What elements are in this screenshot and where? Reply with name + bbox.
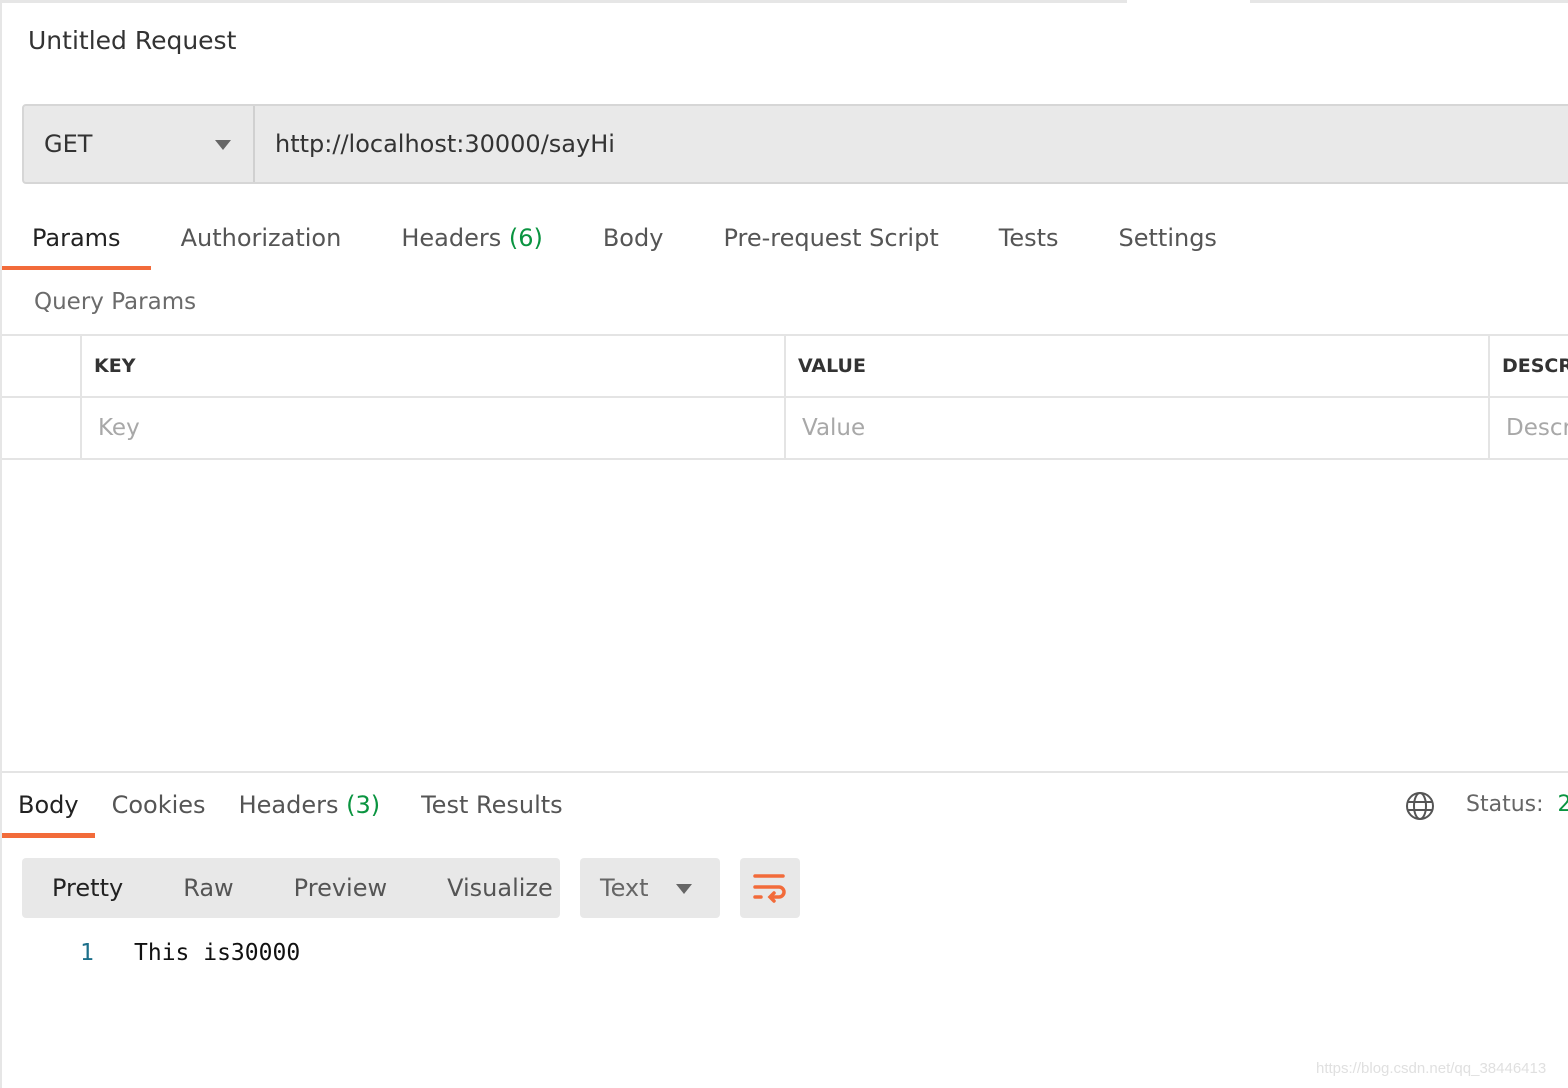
key-input[interactable]: Key — [82, 398, 786, 458]
url-input[interactable]: http://localhost:30000/sayHi — [255, 106, 615, 182]
tab-label: Cookies — [111, 791, 206, 819]
table-header: KEY VALUE DESCRI — [2, 336, 1568, 398]
mode-pretty[interactable]: Pretty — [22, 874, 153, 902]
tab-body[interactable]: Body — [573, 216, 694, 270]
row-checkbox-cell — [2, 398, 82, 458]
status-code: 20 — [1557, 792, 1568, 817]
response-tabs: Body Cookies Headers (3) Test Results — [2, 782, 580, 838]
request-tabs: Params Authorization Headers (6) Body Pr… — [2, 216, 1247, 270]
format-value: Text — [600, 874, 649, 902]
mode-raw[interactable]: Raw — [153, 874, 263, 902]
tab-label: Headers — [238, 791, 339, 819]
tab-label: Body — [18, 791, 79, 819]
status-label: Status: — [1466, 792, 1544, 817]
active-tab-gap — [1127, 0, 1250, 3]
response-status: Status: 20 — [1466, 792, 1568, 817]
count-badge: (6) — [508, 224, 543, 252]
params-table: KEY VALUE DESCRI Key Value Descr — [2, 334, 1568, 460]
query-params-title: Query Params — [34, 289, 197, 315]
header-key: KEY — [82, 336, 786, 396]
tab-response-headers[interactable]: Headers (3) — [223, 782, 397, 838]
method-select[interactable]: GET — [24, 106, 255, 182]
globe-icon[interactable] — [1405, 791, 1435, 825]
line-number: 1 — [80, 940, 94, 966]
tab-label: Settings — [1118, 224, 1217, 252]
tab-settings[interactable]: Settings — [1089, 216, 1247, 270]
tab-test-results[interactable]: Test Results — [405, 782, 579, 838]
tab-params[interactable]: Params — [2, 216, 151, 270]
tab-label: Authorization — [180, 224, 342, 252]
tab-label: Pre-request Script — [723, 224, 939, 252]
chevron-down-icon — [215, 140, 231, 150]
left-border — [0, 0, 2, 1088]
pane-divider[interactable] — [2, 771, 1568, 773]
tab-headers[interactable]: Headers (6) — [371, 216, 573, 270]
value-input[interactable]: Value — [786, 398, 1490, 458]
tab-response-body[interactable]: Body — [2, 782, 95, 838]
mode-visualize[interactable]: Visualize — [417, 874, 583, 902]
top-border — [0, 0, 1568, 3]
watermark: https://blog.csdn.net/qq_38446413 — [1316, 1060, 1547, 1077]
count-badge: (3) — [346, 791, 381, 819]
mode-preview[interactable]: Preview — [264, 874, 417, 902]
tab-pre-request-script[interactable]: Pre-request Script — [693, 216, 968, 270]
tab-authorization[interactable]: Authorization — [151, 216, 372, 270]
header-value: VALUE — [786, 336, 1490, 396]
tab-tests[interactable]: Tests — [969, 216, 1089, 270]
request-title[interactable]: Untitled Request — [28, 26, 236, 55]
tab-label: Params — [32, 224, 121, 252]
tab-cookies[interactable]: Cookies — [96, 782, 222, 838]
view-mode-selector: Pretty Raw Preview Visualize — [22, 858, 560, 918]
description-input[interactable]: Descr — [1490, 398, 1568, 458]
table-row: Key Value Descr — [2, 398, 1568, 460]
tab-label: Tests — [998, 224, 1059, 252]
wrap-icon — [753, 874, 786, 903]
tab-label: Test Results — [421, 791, 563, 819]
checkbox-column — [2, 336, 82, 396]
chevron-down-icon — [676, 884, 692, 894]
tab-label: Headers — [401, 224, 502, 252]
method-value: GET — [44, 130, 93, 158]
format-select[interactable]: Text — [580, 858, 720, 918]
tab-label: Body — [602, 224, 664, 252]
header-description: DESCRI — [1502, 355, 1568, 377]
url-bar: GET http://localhost:30000/sayHi — [22, 104, 1568, 184]
wrap-lines-button[interactable] — [740, 858, 800, 918]
response-body-line: This is30000 — [134, 940, 301, 966]
